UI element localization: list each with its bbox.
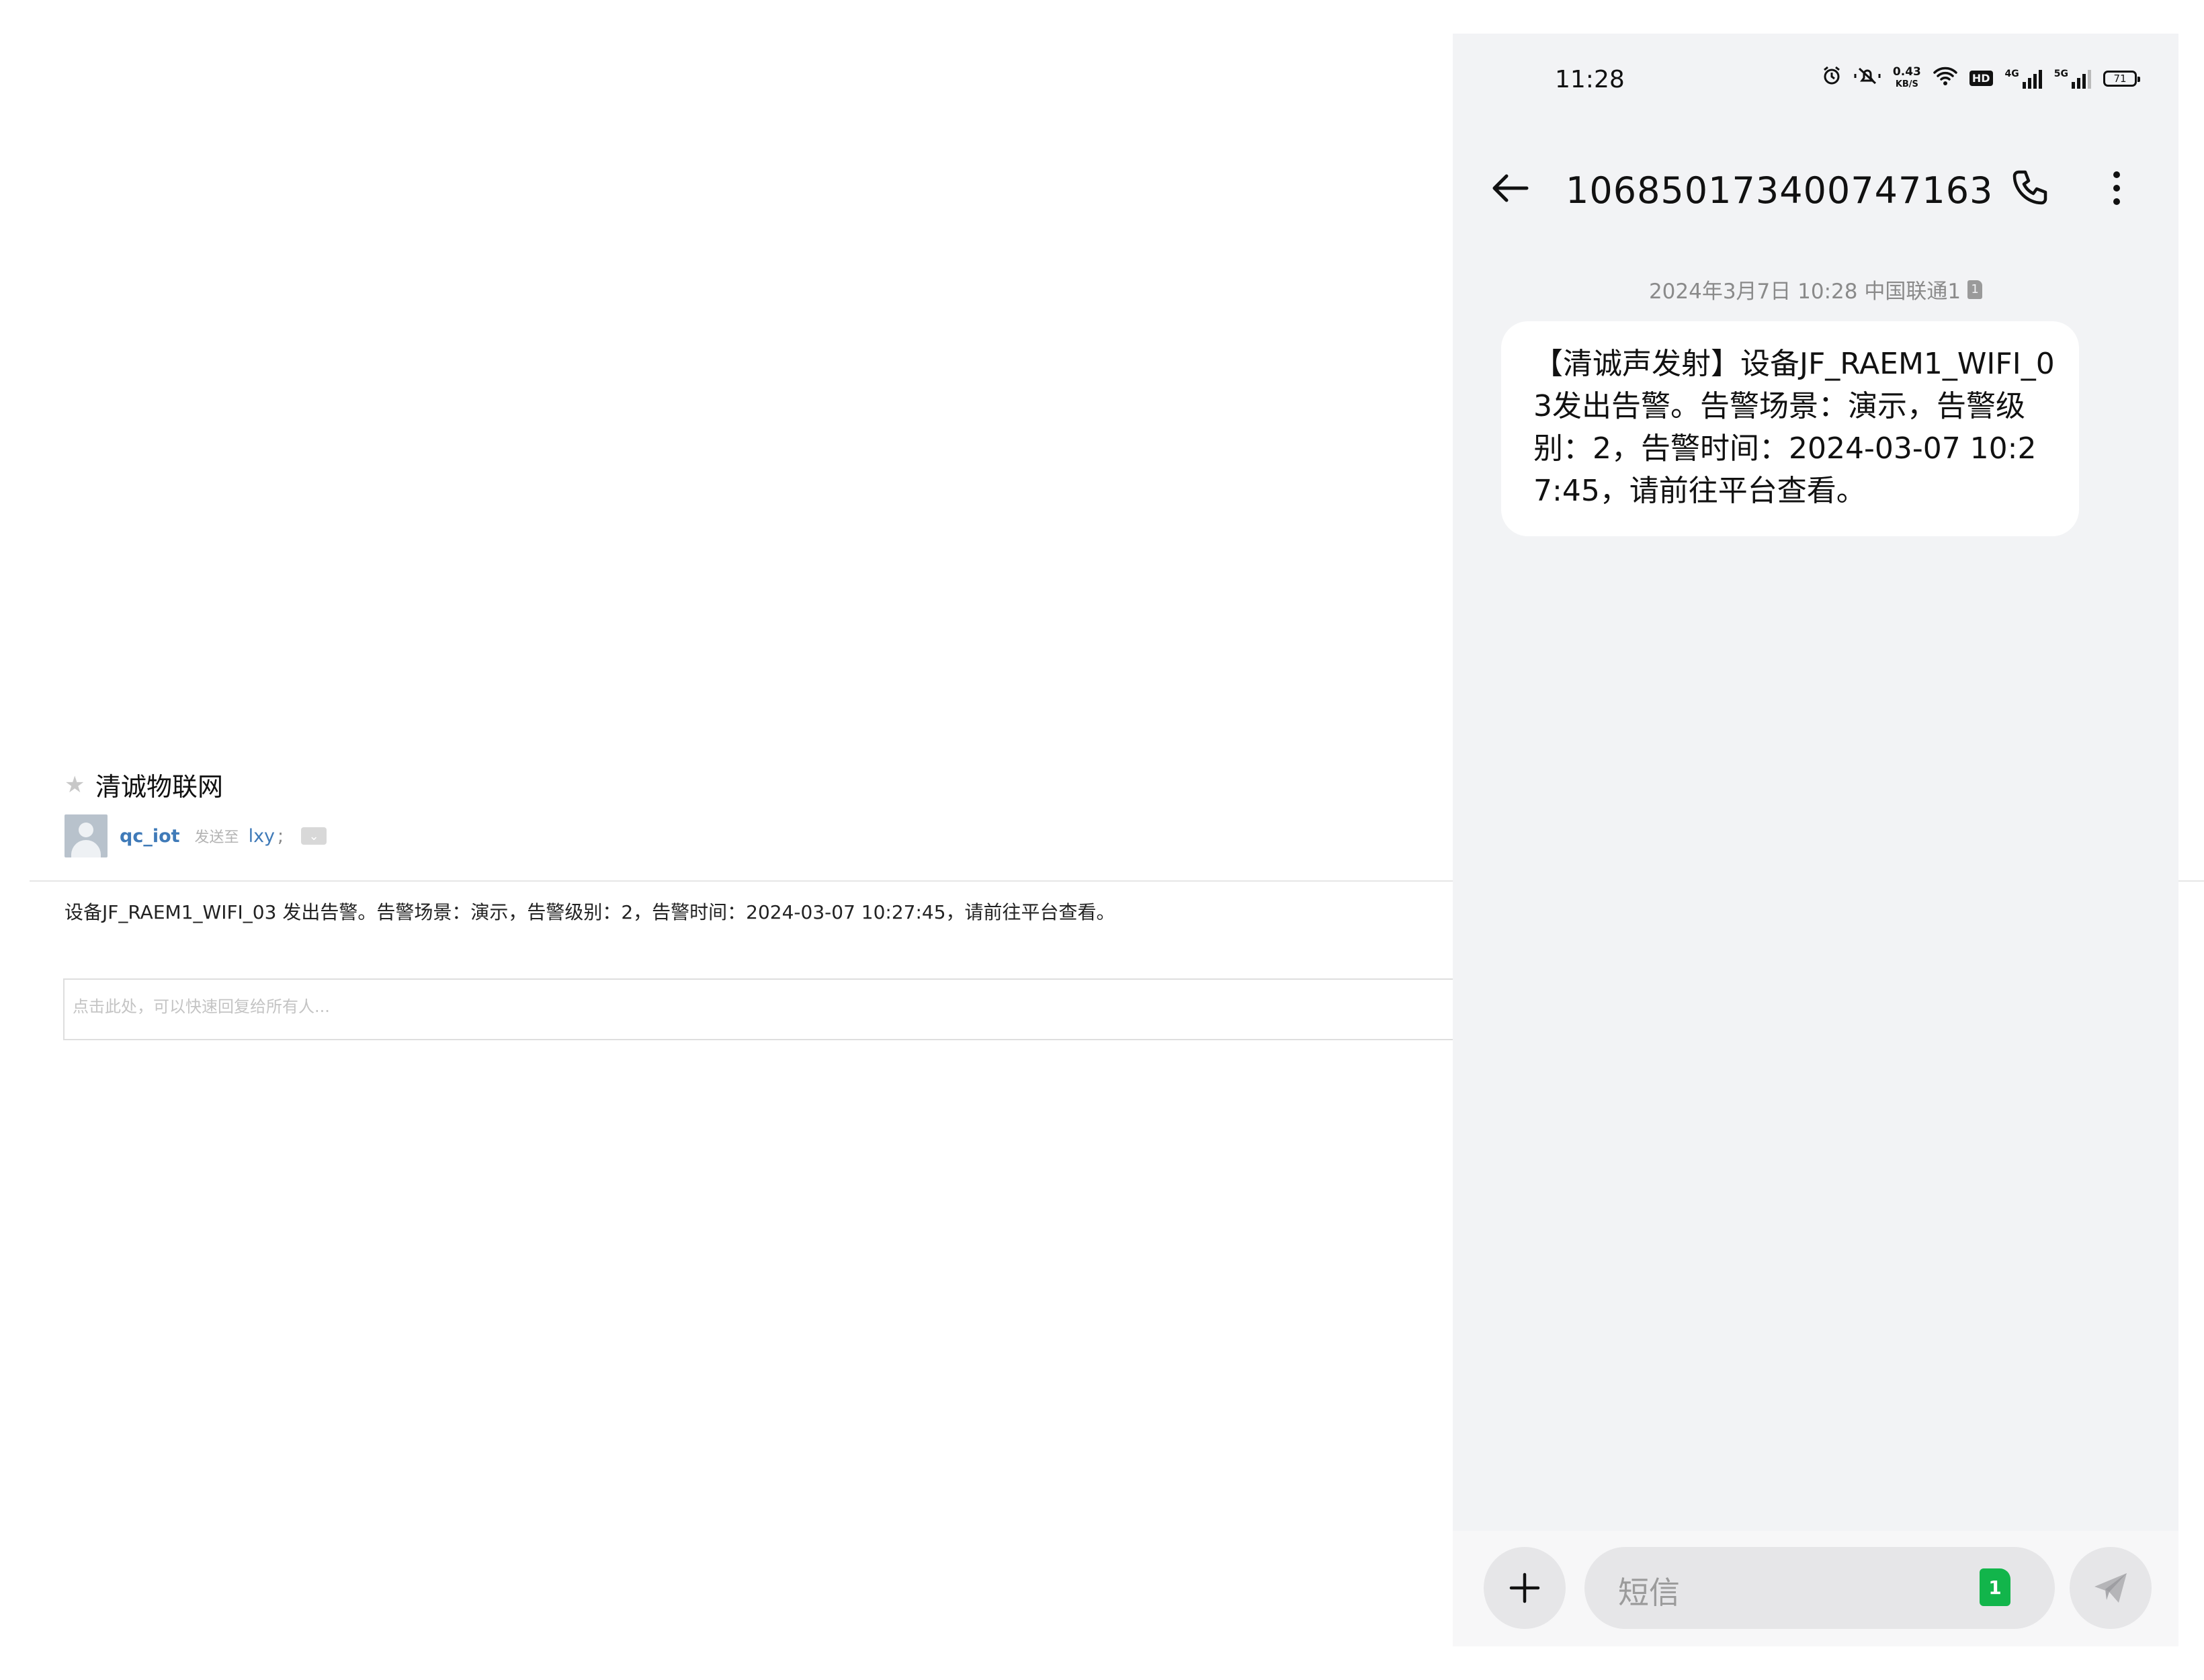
composer-bar: 短信 1 [1453, 1531, 2178, 1646]
quick-reply-input[interactable]: 点击此处，可以快速回复给所有人... [63, 978, 1461, 1040]
status-bar: 11:28 0.43 KB/S HD 4G 5G 71 [1453, 34, 2178, 125]
more-options-button[interactable] [2090, 161, 2144, 215]
phone-icon [2012, 170, 2047, 205]
message-input-placeholder: 短信 [1618, 1574, 1680, 1611]
signal-icon-2: 5G [2054, 69, 2091, 89]
email-view: ★ 清诚物联网 qc_iot 发送至 lxy ; ⌄ 设备JF_RAEM1_WI… [0, 0, 2204, 1680]
subject-row: ★ 清诚物联网 [65, 766, 223, 803]
avatar-body [71, 840, 101, 857]
sim-select-button[interactable]: 1 [1980, 1568, 2010, 1606]
quick-reply-placeholder: 点击此处，可以快速回复给所有人... [73, 997, 330, 1016]
status-icons: 0.43 KB/S HD 4G 5G 71 [1822, 66, 2140, 91]
alarm-icon [1822, 66, 1842, 91]
battery-icon: 71 [2103, 70, 2140, 87]
expand-details-button[interactable]: ⌄ [301, 827, 327, 845]
sim-card-icon: 1 [1967, 280, 1983, 299]
wifi-icon [1933, 66, 1957, 91]
avatar[interactable] [65, 814, 108, 857]
add-attachment-button[interactable] [1484, 1547, 1566, 1629]
hd-voice-icon: HD [1969, 71, 1993, 86]
chevron-down-icon: ⌄ [308, 829, 319, 843]
sender-name[interactable]: qc_iot [120, 826, 180, 847]
recipient-separator: ; [278, 825, 284, 847]
message-input[interactable]: 短信 1 [1584, 1547, 2055, 1629]
network-speed-value: 0.43 [1892, 65, 1921, 79]
network-type-2: 5G [2053, 68, 2068, 79]
email-subject: 清诚物联网 [95, 772, 224, 802]
contact-number: 106850173400747163 [1566, 169, 1994, 212]
signal-icon-1: 4G [2005, 69, 2042, 89]
arrow-left-icon [1492, 174, 1529, 202]
sender-row: qc_iot 发送至 lxy ; ⌄ [65, 814, 327, 857]
send-icon [2094, 1573, 2127, 1603]
email-body: 设备JF_RAEM1_WIFI_03 发出告警。告警场景：演示，告警级别：2，告… [65, 901, 1115, 923]
status-time: 11:28 [1555, 66, 1625, 93]
message-bubble[interactable]: 【清诚声发射】设备JF_RAEM1_WIFI_03发出告警。告警场景：演示，告警… [1501, 321, 2079, 536]
plus-icon [1509, 1572, 1540, 1603]
message-timestamp: 2024年3月7日 10:28 中国联通1 [1648, 280, 1961, 304]
star-icon[interactable]: ★ [65, 771, 95, 798]
recipient-name[interactable]: lxy [249, 826, 275, 847]
avatar-head [79, 823, 93, 837]
message-meta: 2024年3月7日 10:28 中国联通1 1 [1453, 274, 2178, 304]
conversation-header: 106850173400747163 [1453, 148, 2178, 228]
send-button[interactable] [2070, 1547, 2152, 1629]
mute-icon [1854, 66, 1881, 91]
network-speed: 0.43 KB/S [1893, 67, 1921, 90]
sent-to-label: 发送至 [194, 829, 239, 846]
call-button[interactable] [2002, 161, 2056, 215]
phone-screen: 11:28 0.43 KB/S HD 4G 5G 71 106850173400… [1453, 34, 2178, 1646]
more-vertical-icon [2113, 171, 2120, 205]
network-speed-unit: KB/S [1895, 79, 1918, 89]
network-type-1: 4G [2004, 68, 2019, 79]
back-button[interactable] [1484, 161, 1537, 215]
